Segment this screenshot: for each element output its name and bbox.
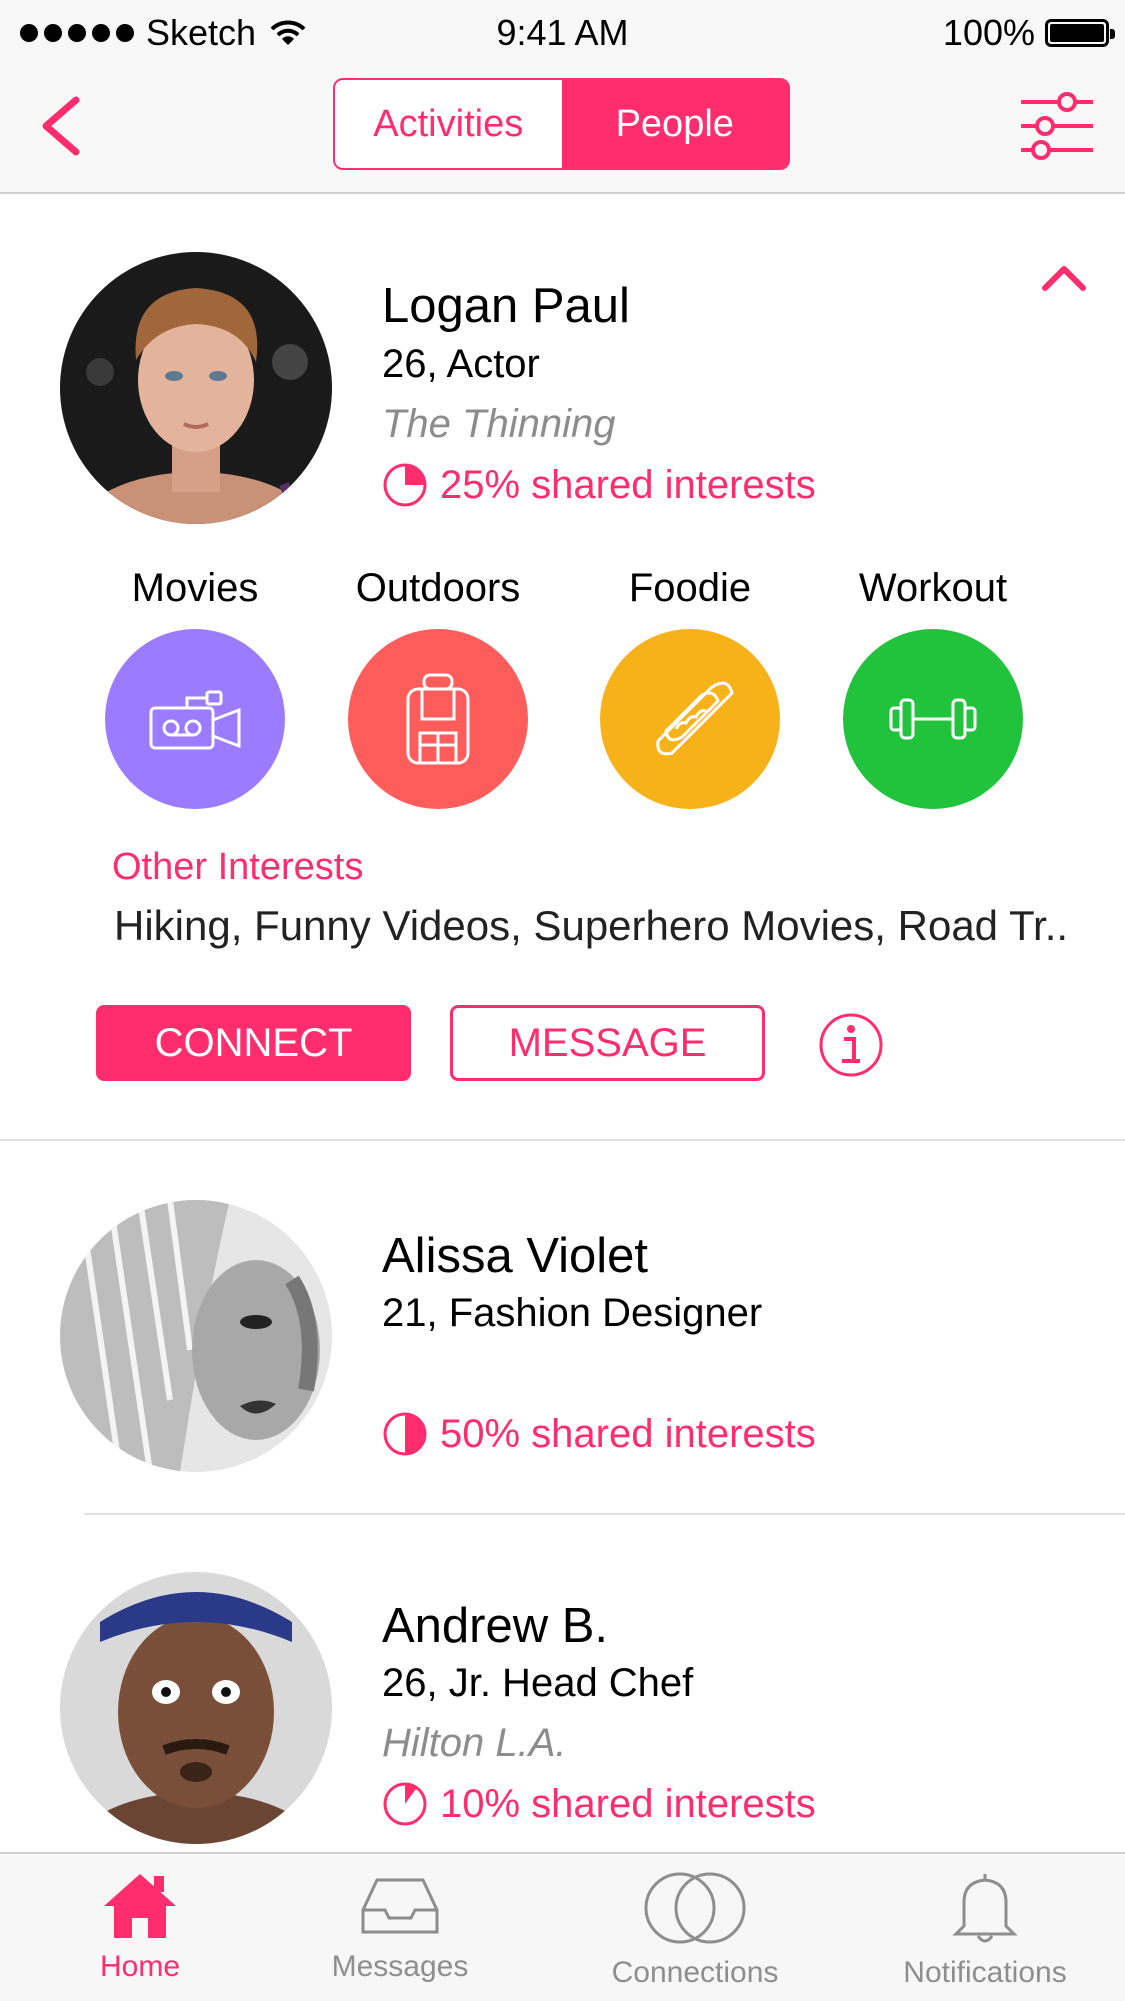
interest-circle: [843, 629, 1023, 809]
pie-progress-icon: [383, 1782, 427, 1826]
tab-home[interactable]: Home: [40, 1870, 240, 1984]
interest-workout[interactable]: Workout: [843, 566, 1023, 809]
person-card[interactable]: Andrew B. 26, Jr. Head Chef Hilton L.A. …: [0, 1515, 1125, 1852]
tab-label: Messages: [331, 1950, 469, 1983]
tab-label: Notifications: [903, 1956, 1067, 1989]
connections-icon: [644, 1872, 746, 1944]
person-card[interactable]: Alissa Violet 21, Fashion Designer 50% s…: [0, 1141, 1125, 1513]
pie-progress-icon: [383, 463, 427, 507]
interest-movies[interactable]: Movies: [105, 566, 285, 809]
shared-interests-text: 10% shared interests: [440, 1781, 816, 1826]
interest-circle: [348, 629, 528, 809]
avatar[interactable]: [60, 1200, 332, 1472]
hotdog-icon: [656, 681, 734, 756]
avatar[interactable]: [60, 252, 332, 524]
connect-button[interactable]: CONNECT: [96, 1005, 411, 1081]
tab-label: Connections: [611, 1956, 779, 1989]
shared-interests-text: 25% shared interests: [440, 462, 816, 507]
person-role: 21, Fashion Designer: [382, 1291, 763, 1335]
pie-progress-icon: [383, 1412, 427, 1456]
tab-bar: Home Messages Connections Notifications: [0, 1852, 1125, 2001]
person-org: The Thinning: [382, 402, 616, 446]
shared-interests: 25% shared interests: [382, 462, 816, 508]
avatar-photo: [60, 1200, 332, 1472]
shared-interests: 50% shared interests: [382, 1411, 816, 1457]
shared-interests-text: 50% shared interests: [440, 1411, 816, 1456]
person-role: 26, Jr. Head Chef: [382, 1661, 694, 1705]
message-button[interactable]: MESSAGE: [450, 1005, 765, 1081]
app-screen: Sketch 9:41 AM 100% Activities People Lo…: [0, 0, 1125, 2001]
tab-messages[interactable]: Messages: [300, 1870, 500, 1984]
person-org: Hilton L.A.: [382, 1721, 567, 1765]
interest-label: Workout: [858, 566, 1008, 610]
inbox-icon: [361, 1878, 439, 1934]
avatar[interactable]: [60, 1572, 332, 1844]
interest-label: Movies: [131, 566, 259, 610]
interest-foodie[interactable]: Foodie: [600, 566, 780, 809]
other-interests-title: Other Interests: [112, 846, 364, 888]
tab-label: Home: [99, 1950, 181, 1983]
person-name: Logan Paul: [382, 279, 630, 333]
tab-connections[interactable]: Connections: [595, 1870, 795, 1990]
other-interests-list: Hiking, Funny Videos, Superhero Movies, …: [114, 902, 1069, 949]
interest-circle: [600, 629, 780, 809]
info-icon[interactable]: [818, 1012, 884, 1078]
backpack-icon: [406, 673, 470, 765]
person-role: 26, Actor: [382, 342, 540, 386]
person-card-expanded[interactable]: Logan Paul 26, Actor The Thinning 25% sh…: [0, 0, 1125, 1140]
home-icon: [104, 1874, 176, 1938]
interest-label: Outdoors: [355, 566, 521, 610]
avatar-photo: [60, 252, 332, 524]
avatar-photo: [60, 1572, 332, 1844]
shared-interests: 10% shared interests: [382, 1781, 816, 1827]
person-name: Andrew B.: [382, 1599, 609, 1653]
bell-icon: [952, 1874, 1018, 1943]
tab-notifications[interactable]: Notifications: [885, 1870, 1085, 1990]
interest-circle: [105, 629, 285, 809]
interest-outdoors[interactable]: Outdoors: [348, 566, 528, 809]
collapse-chevron-icon[interactable]: [1041, 262, 1087, 292]
person-name: Alissa Violet: [382, 1229, 649, 1283]
video-camera-icon: [149, 690, 241, 750]
interest-label: Foodie: [628, 566, 752, 610]
dumbbell-icon: [889, 698, 977, 740]
